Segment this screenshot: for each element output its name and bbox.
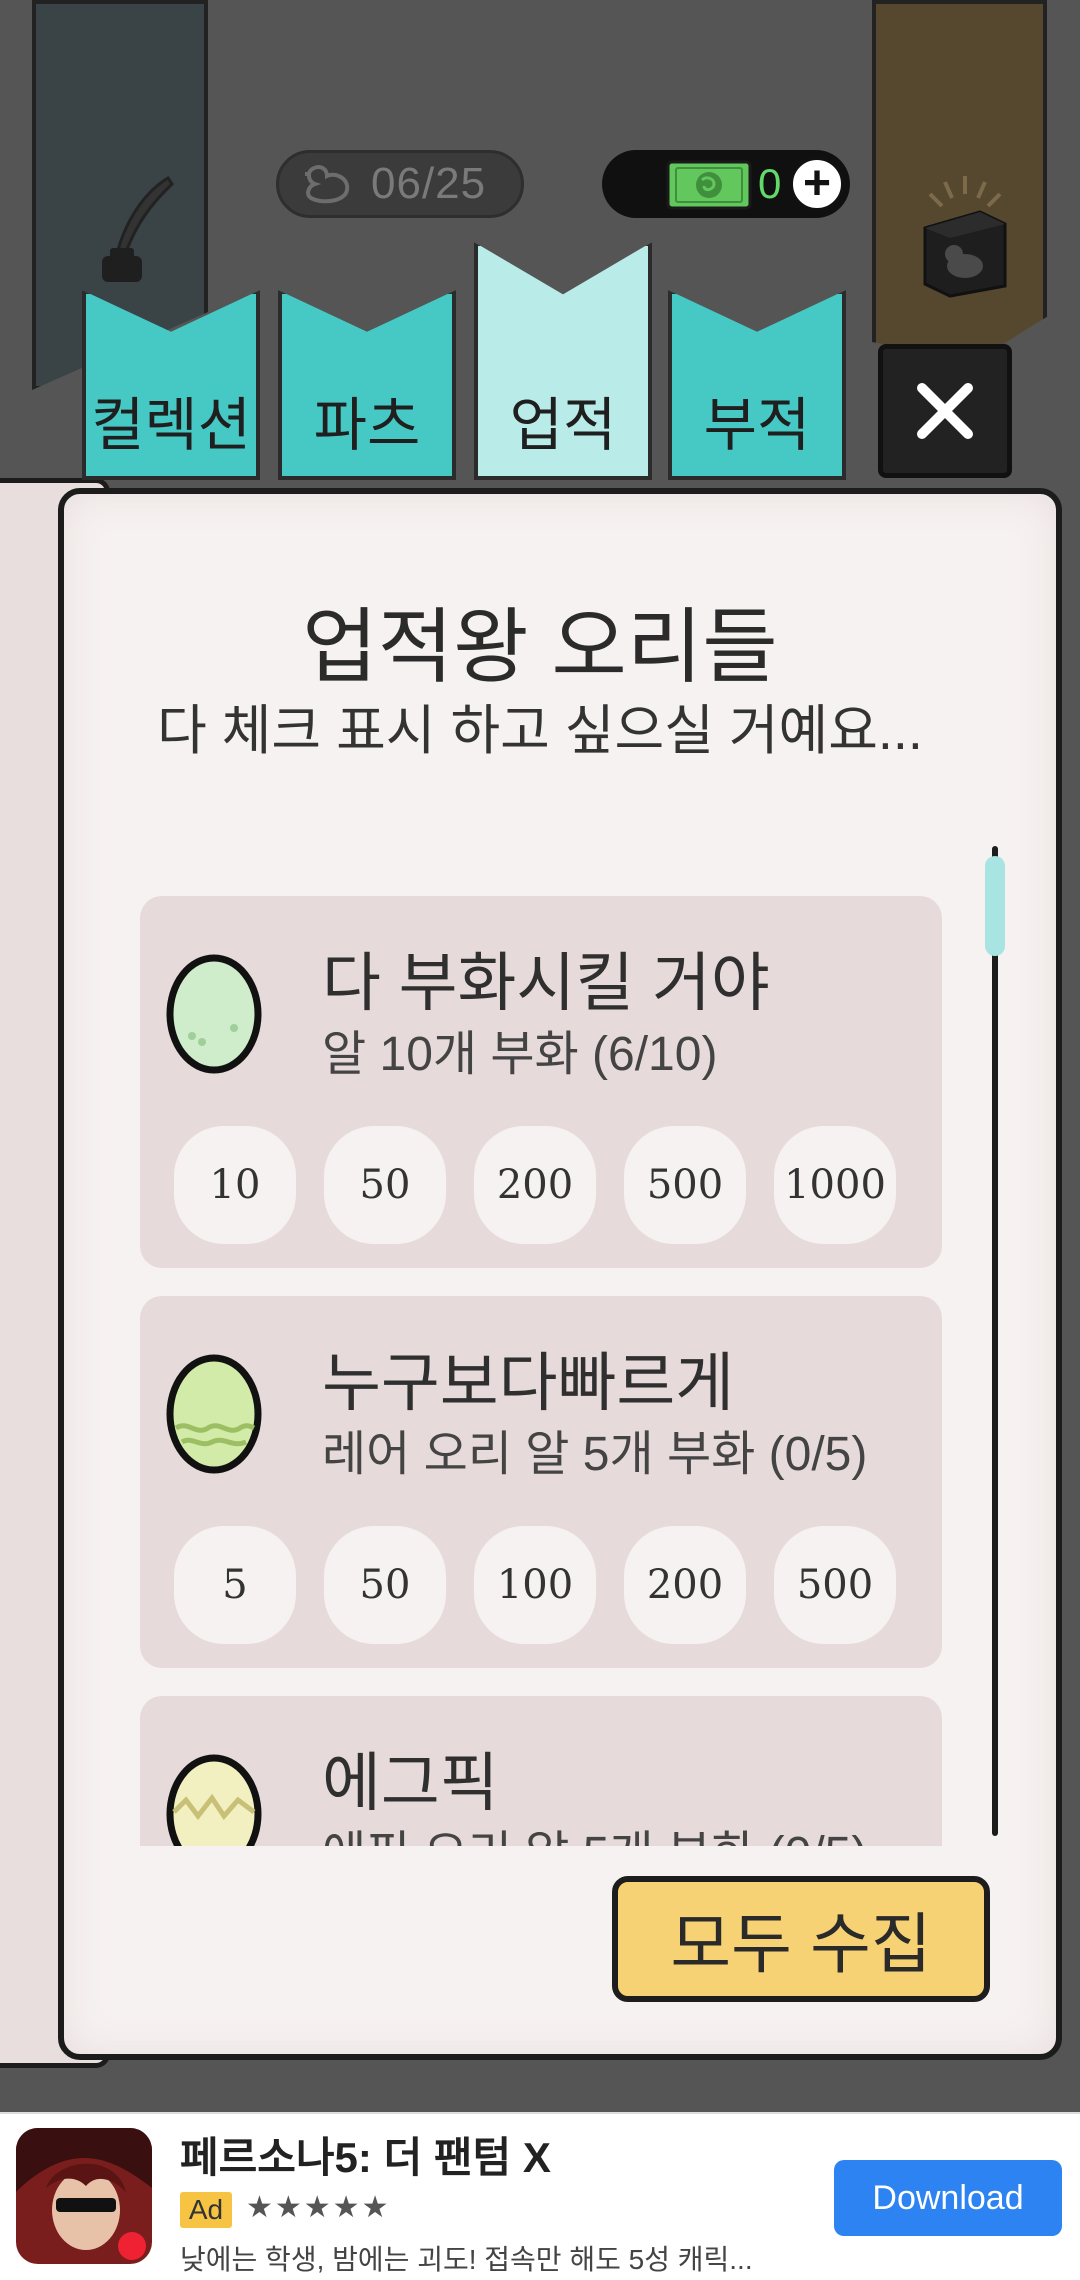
milestone-button[interactable]: 5 xyxy=(174,1526,296,1644)
achievement-card: 누구보다빠르게 레어 오리 알 5개 부화 (0/5) 5 50 100 200… xyxy=(140,1296,942,1668)
duck-count: 06/25 xyxy=(371,159,487,208)
ad-description[interactable]: 낮에는 학생, 밤에는 괴도! 접속만 해도 5성 캐릭... xyxy=(180,2238,753,2278)
ad-banner[interactable]: 페르소나5: 더 팬텀 X Ad ★★★★★ 낮에는 학생, 밤에는 괴도! 접… xyxy=(0,2112,1080,2280)
milestone-row: 5 50 100 200 500 xyxy=(174,1526,896,1644)
scrollbar-track[interactable] xyxy=(992,846,998,1836)
milestone-button[interactable]: 200 xyxy=(474,1126,596,1244)
duck-icon xyxy=(305,165,350,204)
cash-icon xyxy=(666,160,752,210)
rare-egg-icon xyxy=(166,1354,262,1474)
milestone-button[interactable]: 200 xyxy=(624,1526,746,1644)
money-value: 0 xyxy=(758,160,782,207)
achievement-title: 에그픽 xyxy=(322,1747,499,1819)
common-egg-icon xyxy=(166,954,262,1074)
achievement-title: 누구보다빠르게 xyxy=(322,1347,735,1419)
milestone-button[interactable]: 50 xyxy=(324,1526,446,1644)
quill-icon[interactable] xyxy=(88,170,188,290)
epic-egg-icon xyxy=(166,1754,262,1846)
page-title: 업적왕 오리들 xyxy=(302,602,778,693)
milestone-button[interactable]: 500 xyxy=(774,1526,896,1644)
milestone-button[interactable]: 10 xyxy=(174,1126,296,1244)
page-subtitle: 다 체크 표시 하고 싶으실 거예요... xyxy=(157,701,923,761)
achievement-desc: 레어 오리 알 5개 부화 (0/5) xyxy=(322,1428,868,1481)
milestone-button[interactable]: 50 xyxy=(324,1126,446,1244)
ad-rating-stars: ★★★★★ xyxy=(246,2191,391,2224)
collect-all-button[interactable]: 모두 수집 xyxy=(612,1876,990,2002)
milestone-row: 10 50 200 500 1000 xyxy=(174,1126,896,1244)
ad-app-icon[interactable] xyxy=(16,2128,152,2264)
achievement-desc: 알 10개 부화 (6/10) xyxy=(322,1028,718,1081)
close-button[interactable] xyxy=(878,344,1012,478)
tab-achievements[interactable]: 업적 xyxy=(474,242,652,480)
milestone-button[interactable]: 500 xyxy=(624,1126,746,1244)
achievement-desc: 에픽 오리 알 5개 부화 (0/5) xyxy=(322,1814,867,1846)
ad-title[interactable]: 페르소나5: 더 팬텀 X xyxy=(180,2124,551,2185)
currency-pill: 0 + xyxy=(602,150,850,218)
ad-badge: Ad xyxy=(180,2192,232,2228)
achievement-title: 다 부화시킬 거야 xyxy=(322,947,770,1019)
persona-app-icon xyxy=(16,2128,152,2264)
tab-parts[interactable]: 파츠 xyxy=(278,290,456,480)
duck-box-icon[interactable] xyxy=(910,168,1020,298)
close-icon xyxy=(917,383,973,439)
milestone-button[interactable]: 100 xyxy=(474,1526,596,1644)
achievement-list[interactable]: 다 부화시킬 거야 알 10개 부화 (6/10) 10 50 200 500 … xyxy=(140,896,946,1846)
add-currency-button[interactable]: + xyxy=(790,157,844,211)
tab-talisman[interactable]: 부적 xyxy=(668,290,846,480)
achievement-card: 에그픽 에픽 오리 알 5개 부화 (0/5) xyxy=(140,1696,942,1846)
download-button[interactable]: Download xyxy=(834,2160,1062,2236)
scrollbar-thumb[interactable] xyxy=(985,856,1005,956)
achievement-card: 다 부화시킬 거야 알 10개 부화 (6/10) 10 50 200 500 … xyxy=(140,896,942,1268)
milestone-button[interactable]: 1000 xyxy=(774,1126,896,1244)
duck-counter: 06/25 xyxy=(276,150,524,218)
